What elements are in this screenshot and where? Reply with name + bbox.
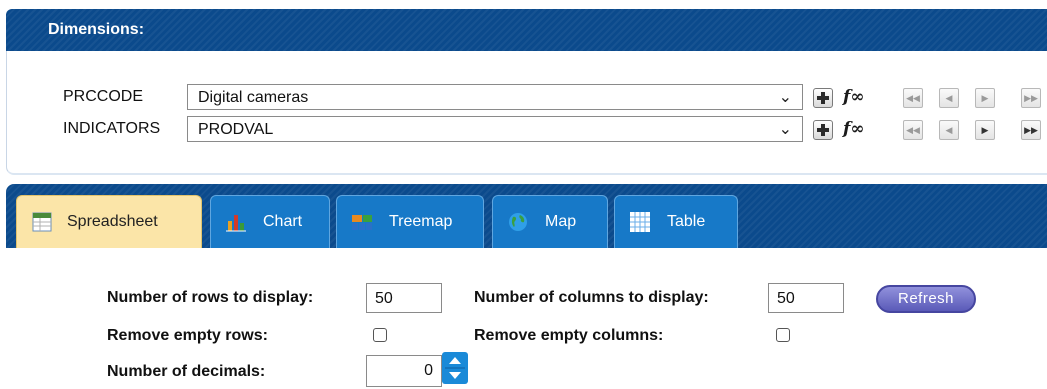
tab-map[interactable]: Map <box>492 195 608 248</box>
previous-icon[interactable]: ◀ <box>939 120 959 140</box>
tab-treemap[interactable]: Treemap <box>336 195 484 248</box>
tab-label: Treemap <box>389 213 453 230</box>
dimension-row-prccode: PRCCODE Digital cameras ⌄ f∞ ◀◀ ◀ ▶ ▶▶ <box>7 84 1047 112</box>
columns-to-display-input[interactable]: 50 <box>768 283 844 313</box>
spreadsheet-icon <box>32 212 52 232</box>
bar-chart-icon <box>226 215 246 232</box>
first-icon[interactable]: ◀◀ <box>903 120 923 140</box>
number-of-decimals-label: Number of decimals: <box>107 363 266 380</box>
dimension-row-indicators: INDICATORS PRODVAL ⌄ f∞ ◀◀ ◀ ▶ ▶▶ <box>7 116 1047 144</box>
dimensions-panel: PRCCODE Digital cameras ⌄ f∞ ◀◀ ◀ ▶ ▶▶ I… <box>6 51 1047 175</box>
columns-to-display-label: Number of columns to display: <box>474 289 709 306</box>
formula-icon[interactable]: f∞ <box>843 87 864 107</box>
chevron-down-icon <box>449 372 461 379</box>
add-icon[interactable] <box>813 120 833 140</box>
next-icon[interactable]: ▶ <box>975 88 995 108</box>
tab-label: Spreadsheet <box>67 213 158 230</box>
tab-chart[interactable]: Chart <box>210 195 330 248</box>
previous-icon[interactable]: ◀ <box>939 88 959 108</box>
table-grid-icon <box>630 212 650 232</box>
next-icon[interactable]: ▶ <box>975 120 995 140</box>
remove-empty-rows-label: Remove empty rows: <box>107 327 268 344</box>
remove-empty-columns-label: Remove empty columns: <box>474 327 664 344</box>
formula-icon[interactable]: f∞ <box>843 119 864 139</box>
dimensions-title: Dimensions: <box>48 21 145 38</box>
tab-table[interactable]: Table <box>614 195 738 248</box>
select-value: Digital cameras <box>198 89 309 106</box>
tab-spreadsheet[interactable]: Spreadsheet <box>16 195 202 248</box>
tab-label: Chart <box>263 213 303 230</box>
dimensions-header: Dimensions: <box>6 9 1047 51</box>
tab-label: Map <box>545 213 577 230</box>
decimals-stepper[interactable] <box>442 352 468 384</box>
indicators-select[interactable]: PRODVAL ⌄ <box>187 116 803 142</box>
rows-to-display-label: Number of rows to display: <box>107 289 314 306</box>
dimension-label: PRCCODE <box>63 88 144 105</box>
dimension-label: INDICATORS <box>63 120 161 137</box>
first-icon[interactable]: ◀◀ <box>903 88 923 108</box>
globe-icon <box>509 213 527 231</box>
chevron-up-icon <box>449 357 461 364</box>
prccode-select[interactable]: Digital cameras ⌄ <box>187 84 803 110</box>
chevron-down-icon: ⌄ <box>778 121 792 138</box>
treemap-icon <box>352 215 372 230</box>
rows-to-display-input[interactable]: 50 <box>366 283 442 313</box>
number-of-decimals-input[interactable]: 0 <box>366 355 442 387</box>
last-icon[interactable]: ▶▶ <box>1021 120 1041 140</box>
view-tabs-bar: Spreadsheet Chart Treemap Map Table <box>6 184 1047 248</box>
last-icon[interactable]: ▶▶ <box>1021 88 1041 108</box>
chevron-down-icon: ⌄ <box>778 89 792 106</box>
refresh-button[interactable]: Refresh <box>876 285 976 313</box>
tab-label: Table <box>667 213 706 230</box>
remove-empty-rows-checkbox[interactable] <box>373 328 387 342</box>
add-icon[interactable] <box>813 88 833 108</box>
remove-empty-columns-checkbox[interactable] <box>776 328 790 342</box>
select-value: PRODVAL <box>198 121 274 138</box>
